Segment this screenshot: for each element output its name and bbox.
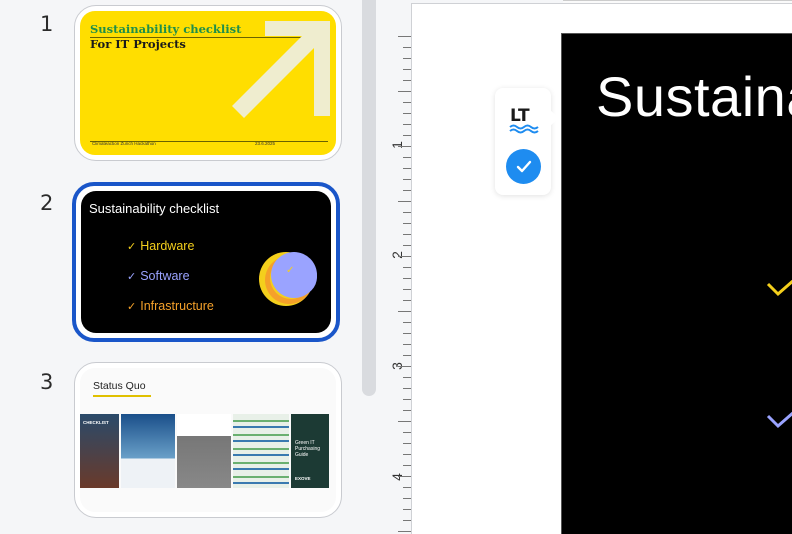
ruler-tick	[403, 102, 411, 103]
ruler-tick	[403, 212, 411, 213]
svg-text:LT: LT	[510, 106, 530, 126]
ruler-tick	[403, 190, 411, 191]
checklist-item: ✓ Infrastructure	[127, 299, 214, 313]
ruler-tick	[403, 179, 411, 180]
slide-1-footer-left: Climateaction Zurich Hackathon	[92, 141, 156, 146]
current-slide[interactable]: Sustaina	[561, 33, 792, 534]
popup-pointer	[550, 110, 559, 126]
checklist-item: ✓ Hardware	[127, 239, 195, 253]
ruler-tick	[398, 366, 411, 367]
vertical-ruler: 1 2 3 4	[386, 0, 412, 534]
ruler-tick	[403, 245, 411, 246]
svg-text:✓: ✓	[286, 265, 294, 276]
ruler-tick	[403, 267, 411, 268]
slide-1-title: Sustainability checklist	[90, 22, 242, 36]
slide-number: 2	[40, 191, 54, 215]
ruler-tick	[398, 476, 411, 477]
ruler-tick	[403, 113, 411, 114]
ruler-tick	[403, 388, 411, 389]
ruler-tick	[403, 454, 411, 455]
ruler-label: 4	[389, 473, 405, 481]
check-circle-icon[interactable]	[506, 149, 541, 184]
ruler-tick	[403, 289, 411, 290]
check-icon	[766, 280, 792, 297]
slide-title[interactable]: Sustaina	[596, 64, 792, 129]
sidebar-scrollbar[interactable]	[362, 0, 376, 396]
cover-image: CHECKLIST	[80, 414, 119, 488]
ruler-tick	[398, 36, 411, 37]
ruler-tick	[403, 300, 411, 301]
cover-image: Green IT Purchasing Guide EXOVE	[291, 414, 329, 488]
slide-thumbnail-2[interactable]: Sustainability checklist ✓ Hardware ✓ Soft…	[72, 182, 340, 342]
languagetool-widget[interactable]: LT	[495, 88, 559, 195]
ruler-tick	[398, 201, 411, 202]
slide-2-preview: Sustainability checklist ✓ Hardware ✓ Soft…	[81, 191, 331, 333]
ruler-tick	[403, 344, 411, 345]
slide-1-preview: Sustainability checklist For IT Projects…	[80, 11, 336, 155]
ruler-tick	[403, 168, 411, 169]
ruler-tick	[398, 311, 411, 312]
ruler-tick	[403, 333, 411, 334]
ruler-tick	[403, 377, 411, 378]
ruler-tick	[403, 157, 411, 158]
ruler-tick	[403, 520, 411, 521]
ruler-tick	[398, 531, 411, 532]
check-icon: ✓	[127, 301, 137, 313]
ruler-tick	[403, 135, 411, 136]
slide-thumbnail-1[interactable]: Sustainability checklist For IT Projects…	[74, 5, 342, 161]
languagetool-logo-icon[interactable]: LT	[509, 104, 539, 139]
ruler-tick	[403, 234, 411, 235]
slide-3-preview: Status Quo CHECKLIST Green IT Purchasing…	[80, 368, 336, 512]
ruler-label: 1	[389, 141, 405, 149]
ruler-tick	[403, 47, 411, 48]
ruler-tick	[403, 355, 411, 356]
arrow-graphic	[232, 21, 330, 118]
ruler-tick	[398, 256, 411, 257]
check-icon: ✓	[127, 271, 137, 283]
ruler-label: 2	[389, 251, 405, 259]
ruler-tick	[398, 146, 411, 147]
slide-2-title: Sustainability checklist	[89, 201, 220, 216]
slide-number: 3	[40, 370, 54, 394]
slide-1-subtitle: For IT Projects	[90, 37, 186, 51]
check-icon	[766, 412, 792, 429]
ruler-tick	[403, 80, 411, 81]
ruler-tick	[403, 410, 411, 411]
swirl-graphic: ✓	[259, 252, 317, 306]
slide-panel: 1 Sustainability checklist For IT Projec…	[0, 0, 362, 534]
ruler-tick	[403, 223, 411, 224]
ruler-tick	[403, 432, 411, 433]
ruler-tick	[403, 69, 411, 70]
ruler-tick	[398, 91, 411, 92]
check-icon: ✓	[127, 241, 137, 253]
ruler-tick	[403, 278, 411, 279]
report-covers: CHECKLIST Green IT Purchasing Guide EXOV…	[80, 414, 329, 488]
ruler-tick	[403, 124, 411, 125]
ruler-tick	[403, 443, 411, 444]
ruler-tick	[403, 322, 411, 323]
ruler-tick	[398, 421, 411, 422]
checklist-item: ✓ Software	[127, 269, 190, 283]
ruler-tick	[403, 58, 411, 59]
slide-thumbnail-3[interactable]: Status Quo CHECKLIST Green IT Purchasing…	[74, 362, 342, 518]
ruler-tick	[403, 465, 411, 466]
cover-image	[121, 414, 175, 488]
slide-1-footer-right: 23.6.2025	[255, 141, 276, 146]
cover-image	[177, 414, 231, 488]
slide-3-title: Status Quo	[93, 380, 146, 392]
horizontal-ruler	[563, 0, 792, 3]
ruler-tick	[403, 487, 411, 488]
cover-image	[233, 414, 289, 488]
ruler-tick	[403, 498, 411, 499]
ruler-tick	[403, 509, 411, 510]
ruler-tick	[403, 399, 411, 400]
slide-number: 1	[40, 12, 54, 36]
underline	[93, 395, 151, 397]
